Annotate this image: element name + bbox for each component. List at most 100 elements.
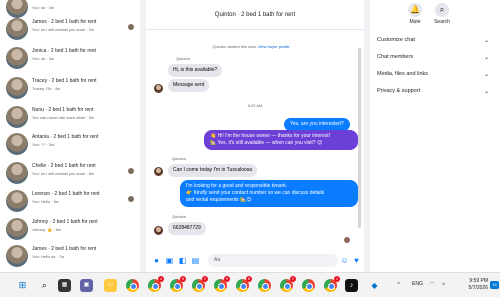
chrome-icon[interactable]: 2 — [192, 276, 208, 292]
windows-start-icon[interactable]: ⊞ — [16, 279, 29, 292]
chat-preview: You: ?? · 5w — [32, 142, 55, 147]
chrome-icon[interactable]: 1 — [324, 276, 340, 292]
chat-name: James · 2 bed 1 bath for rent — [32, 246, 97, 252]
conversation-header: Quinton · 2 bed 1 bath for rent — [146, 0, 364, 30]
system-message-text: Quinton started this chat. — [212, 44, 257, 49]
notification-badge: 1 — [334, 276, 340, 282]
chrome-icon[interactable]: 8 — [236, 276, 252, 292]
message-input[interactable]: Aa — [208, 254, 338, 267]
mute-label: Mute — [409, 19, 421, 25]
sticker-icon[interactable]: ◧ — [178, 256, 187, 265]
chat-preview: You: ok · 3w — [32, 5, 54, 10]
scrollbar[interactable] — [358, 48, 361, 228]
avatar — [154, 226, 163, 235]
notification-badge: 2 — [202, 276, 208, 282]
like-icon[interactable]: ♥ — [352, 256, 361, 265]
gif-icon[interactable]: ▤ — [191, 256, 200, 265]
chat-name: Johnny · 2 bed 1 bath for rent — [32, 219, 98, 225]
chevron-down-icon: ⌄ — [483, 72, 489, 78]
message-bubble[interactable]: 6628487729 — [168, 222, 206, 235]
sender-name: Quinton — [176, 56, 191, 61]
listing-thumbnail — [6, 190, 28, 212]
section-chat-members[interactable]: Chat members ⌄ — [377, 54, 489, 61]
mute-button[interactable]: 🔔 Mute — [400, 3, 430, 25]
tiktok-icon[interactable]: ♪ — [345, 279, 358, 292]
section-customize-chat[interactable]: Customize chat ⌄ — [377, 37, 489, 44]
timestamp: 9:22 AM — [247, 103, 263, 108]
sender-name: Quinton — [172, 214, 187, 219]
message-line: and rental requirements 🏡😊 — [186, 197, 252, 203]
seen-avatar — [344, 237, 350, 243]
chat-preview: Tracey: Ok · 4w — [32, 86, 61, 91]
chrome-icon[interactable] — [302, 279, 315, 292]
section-privacy-support[interactable]: Privacy & support ⌄ — [377, 88, 489, 95]
view-buyer-profile-link[interactable]: View buyer profile — [258, 44, 290, 49]
file-explorer-icon[interactable]: ▭ — [104, 279, 117, 292]
chevron-up-icon[interactable]: ⌃ — [392, 279, 405, 292]
chrome-icon[interactable]: 9 — [214, 276, 230, 292]
search-button[interactable]: ⌕ Search — [427, 3, 457, 25]
chrome-icon[interactable] — [258, 279, 271, 292]
chat-name: Nunu · 2 bed 1 bath for rent — [32, 107, 94, 113]
notification-badge: 8 — [180, 276, 186, 282]
section-label: Chat members — [377, 54, 414, 60]
clock-date: 5/7/2026 — [468, 285, 488, 291]
message-line: 🏡 Yes, it's still available — when can y… — [210, 140, 323, 146]
wifi-icon[interactable]: ◠ — [430, 281, 434, 287]
notification-badge: 9 — [224, 276, 230, 282]
chrome-icon[interactable]: 2 — [280, 276, 296, 292]
emoji-icon[interactable]: ☺ — [340, 256, 349, 265]
chat-name: Jonica · 2 bed 1 bath for rent — [32, 48, 96, 54]
listing-thumbnail — [6, 218, 28, 240]
listing-thumbnail — [6, 47, 28, 69]
teams-icon[interactable]: ▣ — [80, 279, 93, 292]
volume-icon[interactable]: ◃ — [442, 281, 445, 287]
message-bubble[interactable]: Message sent — [168, 79, 210, 92]
chat-name: Antania · 2 bed 1 bath for rent — [32, 134, 99, 140]
conversation-title: Quinton · 2 bed 1 bath for rent — [214, 12, 296, 18]
message-bubble-out[interactable]: 👋 Hi! I'm the house owner — thanks for y… — [204, 130, 358, 150]
sender-name: Quinton — [172, 156, 187, 161]
message-bubble[interactable]: Hi, is this available? — [168, 64, 223, 77]
notification-badge: 2 — [290, 276, 296, 282]
clock[interactable]: 9:59 PM 5/7/2026 — [469, 278, 488, 292]
chrome-icon[interactable]: 4 — [148, 276, 164, 292]
chrome-icon[interactable] — [126, 279, 139, 292]
avatar — [154, 167, 163, 176]
notification-badge: 8 — [246, 276, 252, 282]
app-icon[interactable]: ◆ — [368, 279, 381, 292]
message-bubble[interactable]: Can I come today I'm in Tuscaloosa — [168, 164, 258, 177]
composer: ● ▣ ◧ ▤ Aa ☺ ♥ — [146, 250, 364, 272]
chat-list-item[interactable]: Jonica · 2 bed 1 bath for rent You: ok · … — [0, 45, 140, 79]
chrome-icon[interactable]: 8 — [170, 276, 186, 292]
notification-count[interactable]: 15 — [490, 281, 499, 289]
message-bubble-out[interactable]: I'm looking for a good and responsible t… — [180, 180, 358, 207]
seen-avatar — [128, 24, 134, 30]
seen-avatar — [128, 168, 134, 174]
clock-time: 9:59 PM — [469, 278, 488, 284]
section-media-files-links[interactable]: Media, files and links ⌄ — [377, 71, 489, 78]
chat-list: You: ok · 3w James · 2 bed 1 bath for ren… — [0, 0, 140, 272]
chat-preview: You can move rate each other · 5w — [32, 115, 94, 120]
bell-icon: 🔔 — [408, 3, 422, 17]
conversation-pane: Quinton · 2 bed 1 bath for rent Quinton … — [146, 0, 364, 272]
image-icon[interactable]: ▣ — [165, 256, 174, 265]
chat-name: Chelle · 2 bed 1 bath for rent — [32, 163, 96, 169]
microphone-icon[interactable]: ● — [152, 256, 161, 265]
search-icon[interactable]: ⌕ — [38, 279, 51, 292]
messenger-app: You: ok · 3w James · 2 bed 1 bath for ren… — [0, 0, 500, 272]
listing-thumbnail — [6, 245, 28, 267]
chat-preview: Johnny: 👍 · 6w — [32, 227, 61, 232]
chevron-down-icon: ⌄ — [483, 38, 489, 44]
chat-name: James · 2 bed 1 bath for rent — [32, 19, 97, 25]
listing-thumbnail — [6, 77, 28, 99]
chevron-down-icon: ⌄ — [483, 55, 489, 61]
language-indicator[interactable]: ENG — [412, 281, 423, 287]
taskbar: ⊞ ⌕ ▦ ▣ ▭ 4 8 2 9 8 2 1 ♪ ◆ ⌃ ENG ◠ ◃ 9:… — [0, 272, 500, 297]
message-line: 👉 Kindly send your contact number so we … — [186, 190, 325, 196]
listing-thumbnail — [6, 106, 28, 128]
section-label: Privacy & support — [377, 88, 421, 94]
chat-list-item[interactable]: James · 2 bed 1 bath for rent You: Hello … — [0, 243, 140, 272]
task-view-icon[interactable]: ▦ — [58, 279, 71, 292]
chat-preview: You: Hello sir · 7w — [32, 254, 65, 259]
